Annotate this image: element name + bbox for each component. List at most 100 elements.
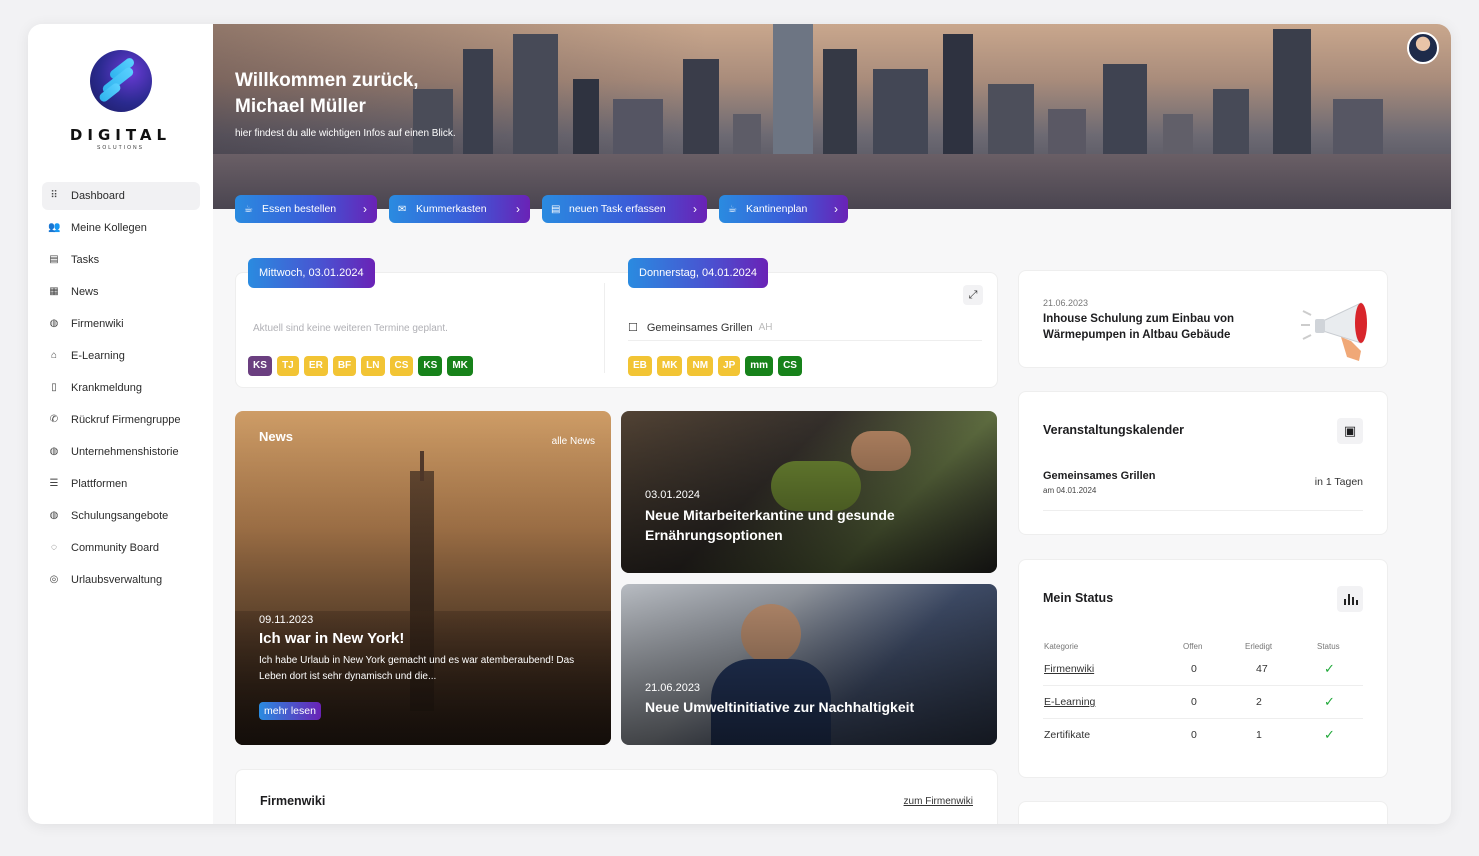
- event-row[interactable]: ☐ Gemeinsames Grillen AH: [628, 321, 773, 335]
- attendee-badges-day2: EB MK NM JP mm CS: [628, 355, 807, 376]
- attendee-badge[interactable]: MK: [447, 356, 473, 376]
- bar-chart-icon[interactable]: [1337, 586, 1363, 612]
- no-events-note: Aktuell sind keine weiteren Termine gepl…: [253, 323, 448, 334]
- sidebar-item-urlaubsverwaltung[interactable]: ◎ Urlaubsverwaltung: [42, 566, 200, 594]
- sidebar-item-label: Tasks: [71, 254, 100, 266]
- sidebar-item-label: News: [71, 286, 99, 298]
- firmenwiki-link[interactable]: zum Firmenwiki: [904, 796, 973, 807]
- announcement-card[interactable]: 21.06.2023 Inhouse Schulung zum Einbau v…: [1018, 270, 1388, 368]
- status-done-count: 47: [1256, 663, 1268, 675]
- attendee-badge[interactable]: TJ: [276, 356, 299, 376]
- event-name[interactable]: Gemeinsames Grillen: [1043, 470, 1156, 482]
- attendee-badge[interactable]: KS: [418, 356, 443, 376]
- globe-icon: ◍: [49, 318, 59, 329]
- chevron-right-icon: ›: [516, 202, 520, 216]
- all-news-link[interactable]: alle News: [552, 436, 595, 447]
- news-featured-card[interactable]: News alle News 09.11.2023 Ich war in New…: [235, 411, 611, 745]
- sidebar: DIGITAL SOLUTIONS ⠿ Dashboard 👥 Meine Kolle…: [28, 24, 213, 824]
- sidebar-item-label: Meine Kollegen: [71, 222, 147, 234]
- event-tag: AH: [758, 322, 773, 333]
- globe-icon: ◍: [49, 446, 59, 457]
- news-heading: News: [259, 429, 293, 444]
- attendee-badges-day1: KS TJ ER BF LN CS KS MK: [248, 355, 478, 376]
- food-icon: ☕: [728, 203, 737, 215]
- sidebar-item-meine-kollegen[interactable]: 👥 Meine Kollegen: [42, 214, 200, 242]
- sidebar-item-label: Dashboard: [71, 190, 125, 202]
- attendee-badge[interactable]: CS: [389, 356, 414, 376]
- sidebar-item-label: Schulungsangebote: [71, 510, 169, 522]
- server-icon: ☰: [49, 478, 59, 489]
- user-name: Michael Müller: [235, 96, 366, 117]
- attendee-badge[interactable]: LN: [361, 356, 385, 376]
- logo[interactable]: DIGITAL SOLUTIONS: [28, 50, 213, 151]
- news-date: 09.11.2023: [259, 614, 314, 626]
- kantinenplan-button[interactable]: ☕ Kantinenplan ›: [719, 195, 848, 223]
- sidebar-item-community-board[interactable]: ◌ Community Board: [42, 534, 200, 562]
- firmenwiki-card: Firmenwiki zum Firmenwiki: [235, 769, 998, 824]
- neuen-task-button[interactable]: ▤ neuen Task erfassen ›: [542, 195, 707, 223]
- status-title: Mein Status: [1043, 591, 1114, 605]
- news-title: Neue Umweltinitiative zur Nachhaltigkeit: [645, 699, 915, 715]
- sidebar-item-dashboard[interactable]: ⠿ Dashboard: [42, 182, 200, 210]
- sidebar-item-unternehmenshistorie[interactable]: ◍ Unternehmenshistorie: [42, 438, 200, 466]
- attendee-badge[interactable]: NM: [687, 356, 714, 376]
- attendee-badge[interactable]: mm: [745, 356, 774, 376]
- sidebar-item-label: Krankmeldung: [71, 382, 142, 394]
- food-icon: ☕: [244, 203, 253, 215]
- announcement-date: 21.06.2023: [1043, 298, 1089, 308]
- task-icon: ▤: [49, 254, 59, 265]
- news-teaser: Ich habe Urlaub in New York gemacht und …: [259, 655, 575, 682]
- read-more-button[interactable]: mehr lesen: [259, 702, 321, 720]
- status-category[interactable]: Firmenwiki: [1044, 663, 1094, 675]
- expand-icon[interactable]: ⤢: [963, 285, 983, 305]
- chat-bubble-icon: ✉: [398, 203, 407, 215]
- attendee-badge[interactable]: KS: [248, 356, 272, 376]
- col-kategorie: Kategorie: [1044, 642, 1079, 651]
- col-status: Status: [1317, 642, 1340, 651]
- essen-bestellen-button[interactable]: ☕ Essen bestellen ›: [235, 195, 377, 223]
- sidebar-item-news[interactable]: ▦ News: [42, 278, 200, 306]
- user-avatar[interactable]: [1407, 32, 1439, 64]
- sidebar-item-e-learning[interactable]: ⌂ E-Learning: [42, 342, 200, 370]
- sidebar-item-label: E-Learning: [71, 350, 125, 362]
- attendee-badge[interactable]: CS: [778, 356, 802, 376]
- firmenwiki-title: Firmenwiki: [260, 794, 326, 808]
- attendee-badge[interactable]: JP: [718, 356, 741, 376]
- brand-tagline: SOLUTIONS: [97, 145, 144, 151]
- sidebar-item-plattformen[interactable]: ☰ Plattformen: [42, 470, 200, 498]
- col-offen: Offen: [1183, 642, 1203, 651]
- sidebar-item-krankmeldung[interactable]: ▯ Krankmeldung: [42, 374, 200, 402]
- welcome-line-1: Willkommen zurück,: [235, 70, 419, 91]
- status-open-count: 0: [1191, 696, 1197, 708]
- task-icon: ▤: [551, 203, 561, 215]
- status-category[interactable]: E-Learning: [1044, 696, 1095, 708]
- announcement-title: Inhouse Schulung zum Einbau von Wärmepum…: [1043, 313, 1235, 341]
- kummerkasten-button[interactable]: ✉ Kummerkasten ›: [389, 195, 530, 223]
- sidebar-item-firmenwiki[interactable]: ◍ Firmenwiki: [42, 310, 200, 338]
- logo-mark: [89, 50, 152, 112]
- button-label: neuen Task erfassen: [569, 203, 666, 215]
- date-pill-day1: Mittwoch, 03.01.2024: [248, 258, 375, 288]
- chat-icon: ◌: [51, 542, 57, 553]
- news-card-kantine[interactable]: 03.01.2024 Neue Mitarbeiterkantine und g…: [621, 411, 997, 573]
- graduation-cap-icon: ⌂: [50, 350, 58, 361]
- brand-name: DIGITAL: [69, 126, 172, 144]
- attendee-badge[interactable]: ER: [303, 356, 328, 376]
- sidebar-item-schulungsangebote[interactable]: ◍ Schulungsangebote: [42, 502, 200, 530]
- events-card: Veranstaltungskalender ▣ Gemeinsames Gri…: [1018, 391, 1388, 535]
- attendee-badge[interactable]: BF: [332, 356, 357, 376]
- sidebar-item-rückruf-firmengruppe[interactable]: ✆ Rückruf Firmengruppe: [42, 406, 200, 434]
- sidebar-item-label: Urlaubsverwaltung: [71, 574, 163, 586]
- grid-icon: ⠿: [50, 190, 58, 201]
- sidebar-item-label: Plattformen: [71, 478, 128, 490]
- news-title: Neue Mitarbeiterkantine und gesunde Ernä…: [645, 507, 895, 543]
- sidebar-item-tasks[interactable]: ▤ Tasks: [42, 246, 200, 274]
- date-pill-day2: Donnerstag, 04.01.2024: [628, 258, 769, 288]
- checkmark-icon: ✓: [1324, 727, 1335, 742]
- attendee-badge[interactable]: MK: [656, 356, 683, 376]
- attendee-badge[interactable]: EB: [628, 356, 652, 376]
- news-card-umwelt[interactable]: 21.06.2023 Neue Umweltinitiative zur Nac…: [621, 584, 997, 745]
- calendar-icon[interactable]: ▣: [1337, 418, 1363, 444]
- status-open-count: 0: [1191, 663, 1197, 675]
- checkmark-icon: ✓: [1324, 694, 1335, 709]
